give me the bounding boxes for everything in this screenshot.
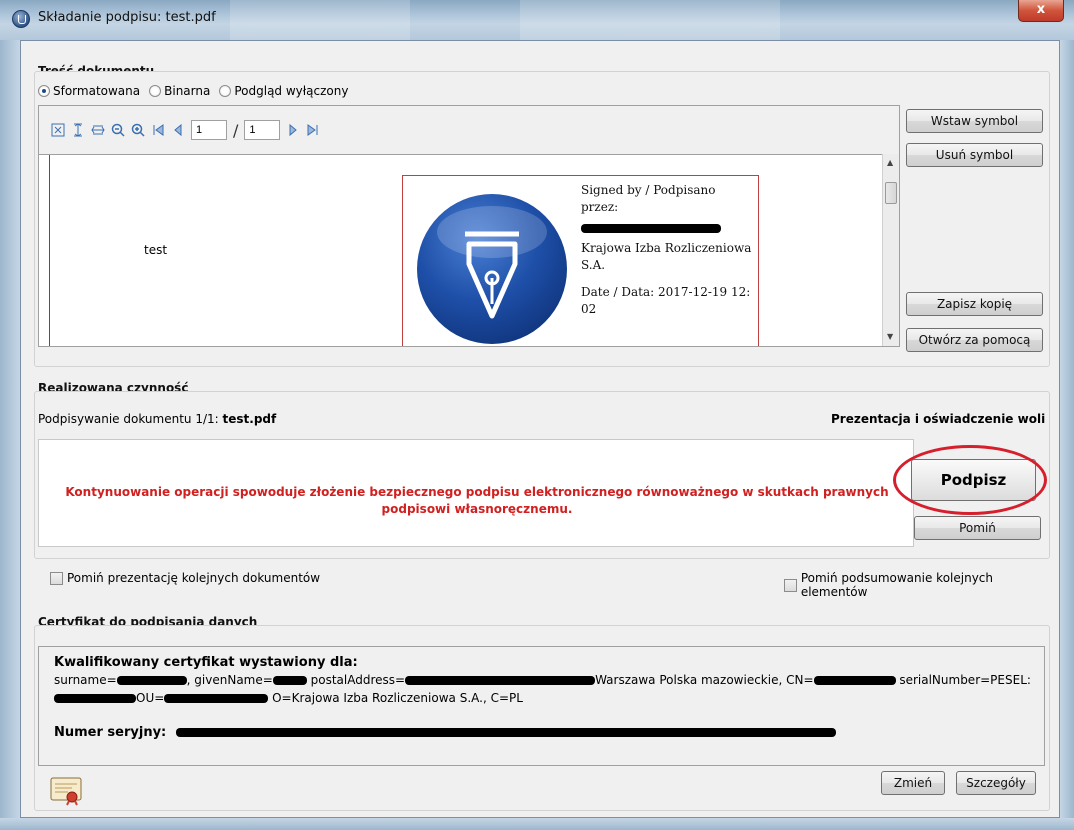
certificate-subject-line-1: surname= , givenName= postalAddress= Warsz… [54,673,1031,687]
last-page-icon[interactable] [306,123,320,137]
page-edge [49,155,50,346]
highlight-ellipse [893,445,1047,515]
radio-binary-label[interactable]: Binarna [164,84,210,98]
app-shield-icon [12,10,30,28]
skip-button[interactable]: Pomiń [914,516,1041,540]
radio-preview-off-label[interactable]: Podgląd wyłączony [234,84,348,98]
redacted-surname [116,676,187,685]
serial-number-row: Numer seryjny: [54,725,837,740]
pdf-page[interactable]: test Signed by / Podpisano przez: Krajow… [39,154,882,346]
serial-number-key: serialNumber=PESEL: [895,673,1031,687]
signature-details: Signed by / Podpisano przez: Krajowa Izb… [581,182,756,318]
scroll-up-icon[interactable]: ▲ [887,158,893,167]
window-frame-bottom [0,818,1074,830]
radio-formatted[interactable] [38,85,50,97]
redacted-ou [164,694,269,703]
signature-date: Date / Data: 2017-12-19 12: 02 [581,285,751,316]
view-mode-radios: Sformatowana Binarna Podgląd wyłączony [38,84,354,98]
location-cn-key: Warszawa Polska mazowieckie, CN= [595,673,814,687]
warning-panel: Kontynuowanie operacji spowoduje złożeni… [38,439,914,547]
radio-binary[interactable] [149,85,162,97]
window-frame-right [1060,40,1074,830]
open-with-button[interactable]: Otwórz za pomocą [906,328,1043,352]
zoom-in-icon[interactable] [131,123,145,137]
signing-progress: Podpisywanie dokumentu 1/1: test.pdf [38,412,276,426]
radio-formatted-label[interactable]: Sformatowana [53,84,140,98]
certificate-details-box: Kwalifikowany certyfikat wystawiony dla:… [38,646,1045,766]
signature-stamp: Signed by / Podpisano przez: Krajowa Izb… [402,175,759,346]
skip-summary-checkbox[interactable] [784,578,797,592]
serial-number-label: Numer seryjny: [54,725,167,740]
pdf-vertical-scrollbar[interactable]: ▲ ▼ [882,154,899,346]
skip-presentation-option[interactable]: Pomiń prezentację kolejnych dokumentów [50,571,320,585]
certificate-heading: Kwalifikowany certyfikat wystawiony dla: [54,655,358,670]
fit-width-icon[interactable] [91,123,105,137]
skip-summary-option[interactable]: Pomiń podsumowanie kolejnych elementów [784,571,1059,599]
certificate-subject-line-2: OU= O=Krajowa Izba Rozliczeniowa S.A., C… [54,691,523,705]
skip-summary-label[interactable]: Pomiń podsumowanie kolejnych elementów [801,571,1059,599]
signed-by-label: Signed by / Podpisano przez: [581,183,716,214]
remove-symbol-button[interactable]: Usuń symbol [906,143,1043,167]
presentation-label: Prezentacja i oświadczenie woli [831,412,1046,426]
fit-height-icon[interactable] [71,123,85,137]
signing-file-name: test.pdf [222,412,277,426]
change-certificate-button[interactable]: Zmień [881,771,945,795]
skip-presentation-label[interactable]: Pomiń prezentację kolejnych dokumentów [67,571,320,585]
redacted-cn [813,676,896,685]
certificate-icon[interactable] [50,776,82,806]
certificate-details-button[interactable]: Szczegóły [956,771,1036,795]
redacted-postal-address [405,676,596,685]
pdf-toolbar: / [39,106,899,154]
given-name-key: , givenName= [186,673,273,687]
legal-warning-text: Kontynuowanie operacji spowoduje złożeni… [65,485,889,516]
scrollbar-thumb[interactable] [885,182,897,204]
page-separator: / [233,120,239,140]
redacted-signer [581,223,721,233]
window-title: Składanie podpisu: test.pdf [38,10,216,25]
current-page-input[interactable] [191,120,227,140]
redacted-pesel [54,694,136,703]
pdf-viewer: / test [38,105,900,347]
redacted-given-name [272,676,307,685]
skip-presentation-checkbox[interactable] [50,571,63,585]
postal-address-key: postalAddress= [306,673,406,687]
signing-progress-prefix: Podpisywanie dokumentu 1/1: [38,412,223,426]
scroll-down-icon[interactable]: ▼ [887,332,893,341]
first-page-icon[interactable] [151,123,165,137]
ou-key: OU= [136,691,165,705]
page-content-text: test [144,243,168,257]
next-page-icon[interactable] [286,123,300,137]
organization-key: O=Krajowa Izba Rozliczeniowa S.A., C=PL [268,691,523,705]
window-frame-left [0,40,20,830]
insert-symbol-button[interactable]: Wstaw symbol [906,109,1043,133]
close-button[interactable]: x [1018,0,1064,22]
save-copy-button[interactable]: Zapisz kopię [906,292,1043,316]
dialog-client-area: Treść dokumentu Sformatowana Binarna Pod… [20,40,1060,818]
title-bar[interactable]: Składanie podpisu: test.pdf x [0,0,1074,40]
radio-preview-off[interactable] [219,85,232,97]
signer-organization: Krajowa Izba Rozliczeniowa S.A. [581,241,752,272]
fountain-pen-icon [417,194,567,344]
fit-page-icon[interactable] [51,123,65,137]
total-pages-field [244,120,281,140]
redacted-serial-number [176,728,837,737]
surname-key: surname= [54,673,117,687]
zoom-out-icon[interactable] [111,123,125,137]
previous-page-icon[interactable] [171,123,185,137]
